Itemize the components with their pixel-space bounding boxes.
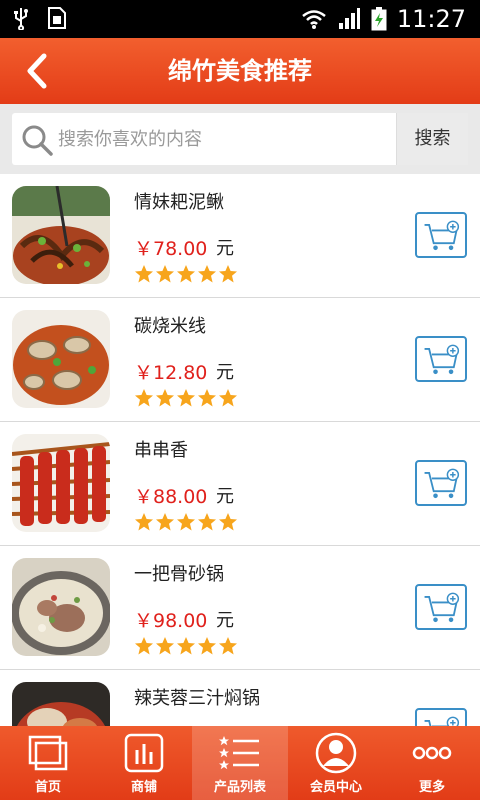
product-list: 情妹耙泥鳅 ￥78.00 元 碳烧米线 ￥12.80 元 串串香 ￥88.00 … — [0, 174, 480, 726]
list-item[interactable]: 情妹耙泥鳅 ￥78.00 元 — [0, 174, 480, 298]
product-price: ￥12.80 — [134, 362, 208, 384]
nav-label: 商铺 — [130, 780, 157, 795]
sim-card-icon — [48, 7, 66, 29]
wifi-icon — [302, 10, 326, 29]
star-icon — [156, 637, 174, 655]
nav-label: 产品列表 — [213, 780, 266, 795]
star-icon — [135, 389, 153, 407]
product-name: 串串香 — [134, 440, 188, 461]
star-icon — [219, 513, 237, 531]
more-icon — [412, 746, 452, 760]
list-item[interactable]: 串串香 ￥88.00 元 — [0, 422, 480, 546]
product-image — [12, 310, 110, 408]
rating-stars — [134, 388, 238, 408]
price-unit: 元 — [216, 238, 234, 259]
star-icon — [198, 513, 216, 531]
star-icon — [198, 637, 216, 655]
nav-item-more[interactable]: 更多 — [384, 726, 480, 800]
price-unit: 元 — [216, 362, 234, 383]
product-name: 一把骨砂锅 — [134, 564, 224, 585]
nav-label: 更多 — [418, 780, 445, 795]
product-price: ￥98.00 — [134, 610, 208, 632]
star-icon — [156, 265, 174, 283]
search-button[interactable]: 搜索 — [396, 113, 468, 165]
star-icon — [135, 265, 153, 283]
star-icon — [177, 265, 195, 283]
add-to-cart-button[interactable] — [415, 584, 467, 630]
rating-stars — [134, 636, 238, 656]
star-icon — [156, 389, 174, 407]
status-bar: 11:27 — [0, 0, 480, 38]
add-to-cart-button[interactable] — [415, 708, 467, 726]
product-image — [12, 434, 110, 532]
title-bar: 绵竹美食推荐 — [0, 38, 480, 104]
star-icon — [177, 513, 195, 531]
product-list-icon — [219, 736, 259, 770]
list-item[interactable]: 碳烧米线 ￥12.80 元 — [0, 298, 480, 422]
search-area: 搜索 — [0, 104, 480, 174]
member-icon — [315, 732, 357, 774]
add-to-cart-button[interactable] — [415, 336, 467, 382]
price-unit: 元 — [216, 486, 234, 507]
star-icon — [198, 265, 216, 283]
star-icon — [135, 513, 153, 531]
usb-icon — [14, 8, 28, 30]
nav-item-home[interactable]: 首页 — [0, 726, 96, 800]
search-input[interactable] — [58, 113, 398, 165]
product-price: ￥78.00 — [134, 238, 208, 260]
add-to-cart-button[interactable] — [415, 460, 467, 506]
star-icon — [219, 389, 237, 407]
product-name: 碳烧米线 — [134, 316, 206, 337]
search-box: 搜索 — [12, 113, 468, 165]
star-icon — [198, 389, 216, 407]
status-time: 11:27 — [396, 5, 466, 33]
star-icon — [219, 637, 237, 655]
list-item[interactable]: 一把骨砂锅 ￥98.00 元 — [0, 546, 480, 670]
list-item[interactable]: 辣芙蓉三汁焖锅 — [0, 670, 480, 726]
nav-item-shop[interactable]: 商铺 — [96, 726, 192, 800]
home-icon — [28, 735, 68, 771]
star-icon — [177, 637, 195, 655]
search-icon — [22, 125, 53, 156]
bottom-nav: 首页 商铺 产品列表 会员中心 更多 — [0, 726, 480, 800]
star-icon — [177, 389, 195, 407]
shop-icon — [124, 733, 164, 773]
product-image — [12, 682, 110, 726]
product-image — [12, 186, 110, 284]
rating-stars — [134, 512, 238, 532]
nav-item-product-list[interactable]: 产品列表 — [192, 726, 288, 800]
price-unit: 元 — [216, 610, 234, 631]
nav-label: 会员中心 — [309, 780, 362, 795]
nav-item-member[interactable]: 会员中心 — [288, 726, 384, 800]
signal-icon — [338, 8, 360, 29]
product-name: 情妹耙泥鳅 — [134, 192, 224, 213]
nav-label: 首页 — [34, 780, 61, 795]
battery-icon — [371, 7, 387, 31]
product-price: ￥88.00 — [134, 486, 208, 508]
page-title: 绵竹美食推荐 — [168, 57, 312, 85]
star-icon — [156, 513, 174, 531]
back-arrow-icon[interactable] — [18, 50, 58, 92]
star-icon — [135, 637, 153, 655]
product-image — [12, 558, 110, 656]
product-name: 辣芙蓉三汁焖锅 — [134, 688, 260, 709]
star-icon — [219, 265, 237, 283]
rating-stars — [134, 264, 238, 284]
add-to-cart-button[interactable] — [415, 212, 467, 258]
